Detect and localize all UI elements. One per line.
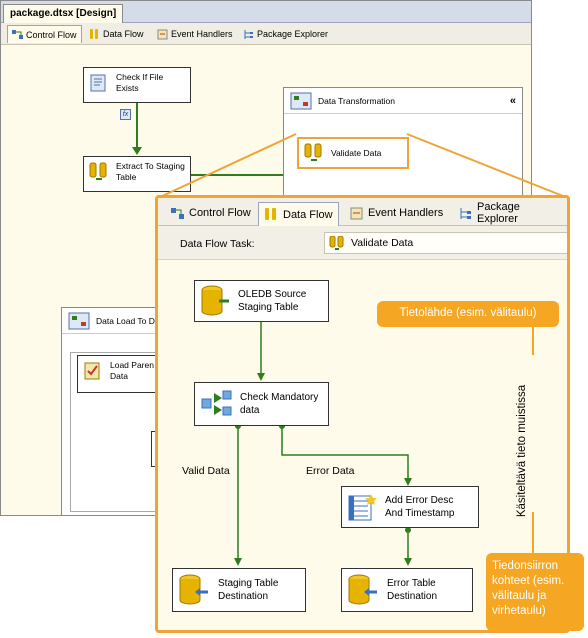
component-label: Error Table Destination: [387, 578, 438, 602]
memory-annotation: Käsiteltävä tieto muistissa: [502, 361, 542, 541]
destination-annotation: Tiedonsiirron kohteet (esim. välitaulu j…: [486, 553, 584, 631]
component-label: Staging Table Destination: [218, 578, 279, 602]
tab-event-handlers[interactable]: Event Handlers: [345, 202, 448, 224]
database-destination-icon: [347, 574, 379, 606]
container-header: Data Transformation «: [284, 88, 522, 114]
document-tab-package[interactable]: package.dtsx [Design]: [3, 4, 124, 23]
control-flow-icon: [12, 29, 23, 40]
package-explorer-icon: [459, 207, 472, 220]
data-flow-task-label: Data Flow Task:: [180, 238, 255, 250]
data-flow-task-icon: [88, 161, 110, 183]
control-flow-icon: [171, 207, 184, 220]
component-label: Add Error Desc And Timestamp: [385, 495, 455, 519]
document-tabstrip: package.dtsx [Design]: [1, 1, 531, 23]
tab-label: Event Handlers: [171, 29, 233, 39]
tab-data-flow[interactable]: Data Flow: [85, 25, 148, 43]
tab-control-flow[interactable]: Control Flow: [7, 25, 82, 43]
data-flow-task-icon: [303, 143, 325, 163]
conditional-split-icon: [200, 389, 232, 419]
tab-control-flow[interactable]: Control Flow: [166, 202, 256, 224]
data-flow-task-select[interactable]: Validate Data: [324, 232, 567, 254]
tab-package-explorer[interactable]: Package Explorer: [454, 201, 567, 225]
event-handlers-icon: [157, 29, 168, 40]
component-check-mandatory[interactable]: Check Mandatory data: [194, 382, 329, 426]
designer-tabstrip: Control Flow Data Flow Event Handlers Pa…: [1, 23, 531, 45]
container-title: Data Load To D: [96, 315, 155, 326]
container-title: Data Transformation: [318, 95, 396, 106]
data-flow-task-icon: [329, 236, 345, 250]
database-source-icon: [200, 285, 230, 317]
data-flow-task-bar: Data Flow Task: Validate Data: [158, 226, 567, 260]
database-destination-icon: [178, 574, 210, 606]
error-data-path-label: Error Data: [306, 465, 355, 477]
data-flow-icon: [89, 28, 100, 40]
load-task-icon: [82, 360, 104, 382]
sequence-container-icon: [290, 92, 312, 110]
tab-label: Control Flow: [189, 207, 251, 219]
collapse-chevron-icon[interactable]: «: [510, 95, 516, 107]
expression-badge[interactable]: fx: [120, 109, 131, 120]
task-label: Extract To Staging Table: [116, 161, 185, 182]
valid-data-path-label: Valid Data: [182, 465, 230, 477]
selected-task-value: Validate Data: [351, 237, 414, 249]
component-add-error-desc[interactable]: Add Error Desc And Timestamp: [341, 486, 479, 528]
task-check-file-exists[interactable]: Check If File Exists: [83, 67, 191, 103]
tab-label: Package Explorer: [477, 201, 520, 225]
tab-label: Control Flow: [26, 29, 77, 40]
tab-label: Package Explorer: [257, 29, 329, 39]
task-label: Check If File Exists: [116, 72, 164, 93]
tab-package-explorer[interactable]: Package Explorer: [239, 25, 332, 43]
tab-data-flow[interactable]: Data Flow: [258, 202, 339, 226]
task-extract-to-staging[interactable]: Extract To Staging Table: [83, 156, 191, 192]
component-label: Check Mandatory data: [240, 392, 319, 416]
popup-designer-tabstrip: Control Flow Data Flow Event Handlers Pa…: [158, 198, 567, 226]
derived-column-icon: [347, 492, 377, 522]
component-error-destination[interactable]: Error Table Destination: [341, 568, 473, 612]
source-annotation: Tietolähde (esim. välitaulu): [377, 301, 559, 327]
task-validate-data[interactable]: Validate Data: [297, 137, 409, 169]
data-flow-icon: [264, 208, 278, 221]
component-staging-destination[interactable]: Staging Table Destination: [172, 568, 306, 612]
component-label: OLEDB Source Staging Table: [238, 289, 307, 313]
memory-annotation-text: Käsiteltävä tieto muistissa: [516, 384, 528, 518]
tab-label: Event Handlers: [368, 207, 444, 219]
task-label: Validate Data: [331, 147, 382, 158]
component-oledb-source[interactable]: OLEDB Source Staging Table: [194, 280, 329, 322]
tab-event-handlers[interactable]: Event Handlers: [153, 25, 237, 43]
tab-label: Data Flow: [103, 29, 144, 39]
event-handlers-icon: [350, 207, 363, 220]
package-explorer-icon: [243, 29, 254, 40]
script-icon: [88, 72, 110, 94]
sequence-container-icon: [68, 312, 90, 330]
tab-label: Data Flow: [283, 208, 333, 221]
